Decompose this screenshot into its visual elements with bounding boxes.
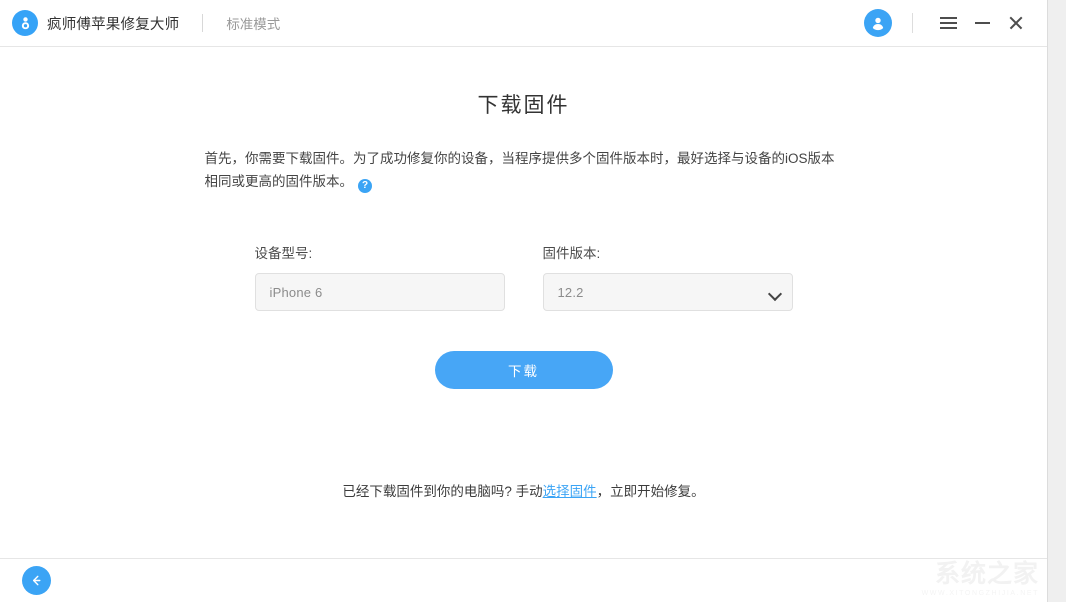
brand-name: 疯师傅苹果修复大师 [47,16,180,33]
controls-divider [912,13,913,33]
download-button[interactable]: 下载 [434,351,613,389]
form-row: 设备型号: iPhone 6 固件版本: 12.2 [0,242,1047,311]
description-line-2: 同或更高的固件版本。 [218,174,353,189]
device-model-value: iPhone 6 [269,284,323,300]
close-icon[interactable] [999,6,1033,40]
watermark: 系统之家 WWW.XITONGZHIJIA.NET [921,560,1039,598]
description-text: 首先，你需要下载固件。为了成功修复你的设备，当程序提供多个固件版本时，最好选择与… [205,147,843,193]
manual-select-hint: 已经下载固件到你的电脑吗? 手动选择固件，立即开始修复。 [0,480,1047,500]
help-icon[interactable]: ? [358,179,372,193]
download-button-wrap: 下载 [0,351,1047,389]
window-controls [864,6,1033,40]
titlebar: 疯师傅苹果修复大师 标准模式 [0,0,1047,47]
user-avatar-icon[interactable] [864,9,892,37]
title-divider [202,14,204,32]
brand: 疯师傅苹果修复大师 标准模式 [12,10,280,36]
page-title: 下载固件 [477,94,570,117]
app-logo-icon [12,10,38,36]
firmware-version-field: 固件版本: 12.2 [542,242,793,311]
watermark-subtitle: WWW.XITONGZHIJIA.NET [921,590,1039,597]
footer: 系统之家 WWW.XITONGZHIJIA.NET [0,558,1047,601]
minimize-icon[interactable] [965,6,999,40]
arrow-left-icon[interactable] [22,565,51,595]
device-model-label: 设备型号: [254,246,313,261]
select-firmware-link[interactable]: 选择固件 [543,484,597,499]
hint-prefix: 已经下载固件到你的电脑吗? 手动 [342,484,543,499]
firmware-version-value: 12.2 [557,284,584,300]
device-model-field: 设备型号: iPhone 6 [254,242,505,311]
main-content: 下载固件 首先，你需要下载固件。为了成功修复你的设备，当程序提供多个固件版本时，… [0,47,1047,558]
firmware-version-label: 固件版本: [542,246,601,261]
hint-suffix: ，立即开始修复。 [596,484,705,499]
chevron-down-icon[interactable] [769,289,780,296]
mode-label: 标准模式 [226,17,281,32]
watermark-title: 系统之家 [934,560,1039,588]
app-window: 疯师傅苹果修复大师 标准模式 下载固件 首先，你需要下载固件。为了成功修复你的设… [0,0,1048,602]
device-model-input[interactable]: iPhone 6 [254,273,505,311]
hamburger-menu-icon[interactable] [931,6,965,40]
firmware-version-select[interactable]: 12.2 [542,273,793,311]
